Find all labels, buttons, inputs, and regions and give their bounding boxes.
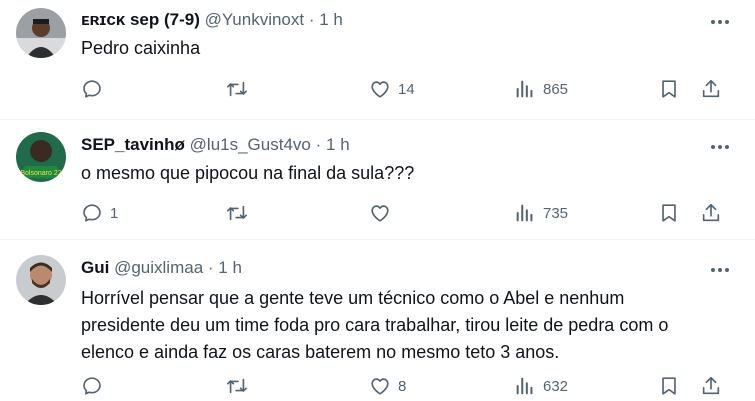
bookmark-button[interactable] xyxy=(658,374,680,398)
retweet-icon xyxy=(225,375,249,397)
separator-dot: · xyxy=(315,135,322,154)
retweet-button[interactable] xyxy=(225,201,256,225)
tweet-text: Pedro caixinha xyxy=(81,38,201,58)
more-icon[interactable] xyxy=(707,134,733,160)
timestamp[interactable]: 1 h xyxy=(218,258,242,277)
reply-button[interactable] xyxy=(81,77,110,101)
display-name[interactable]: SEP_tavinhø xyxy=(81,135,185,154)
bookmark-icon xyxy=(658,375,680,397)
views-icon xyxy=(514,78,536,100)
like-count: 8 xyxy=(398,377,407,395)
reply-icon xyxy=(81,375,103,397)
like-icon xyxy=(369,202,391,224)
views-button[interactable]: 865 xyxy=(514,77,568,101)
bookmark-icon xyxy=(658,78,680,100)
bookmark-button[interactable] xyxy=(658,201,680,225)
tweet-actions: 14 865 xyxy=(0,77,755,101)
tweet[interactable]: ᴇʀɪᴄᴋ sep (7-9) @Yunkvinoxt · 1 h Pedro … xyxy=(0,0,755,120)
bookmark-icon xyxy=(658,202,680,224)
retweet-icon xyxy=(225,78,249,100)
tweet-actions: 8 632 xyxy=(0,374,755,398)
like-icon xyxy=(369,375,391,397)
tweet-text: o mesmo que pipocou na final da sula??? xyxy=(81,163,415,183)
tweet-header: Gui @guixlimaa · 1 h xyxy=(81,257,242,279)
more-icon[interactable] xyxy=(707,257,733,283)
reply-icon xyxy=(81,202,103,224)
avatar[interactable] xyxy=(16,255,66,305)
user-handle[interactable]: @lu1s_Gust4vo xyxy=(190,135,311,154)
views-icon xyxy=(514,202,536,224)
share-button[interactable] xyxy=(700,374,722,398)
avatar[interactable]: Bolsonaro 22 xyxy=(16,132,66,182)
timestamp[interactable]: 1 h xyxy=(326,135,350,154)
tweet-header: ᴇʀɪᴄᴋ sep (7-9) @Yunkvinoxt · 1 h xyxy=(81,9,343,31)
views-icon xyxy=(514,375,536,397)
reply-button[interactable]: 1 xyxy=(81,201,118,225)
tweet[interactable]: Gui @guixlimaa · 1 h Horrível pensar que… xyxy=(0,240,755,401)
share-icon xyxy=(700,202,722,224)
share-icon xyxy=(700,375,722,397)
share-button[interactable] xyxy=(700,201,722,225)
tweet-text: Horrível pensar que a gente teve um técn… xyxy=(81,288,669,362)
more-icon[interactable] xyxy=(707,9,733,35)
reply-button[interactable] xyxy=(81,374,110,398)
user-handle[interactable]: @Yunkvinoxt xyxy=(205,10,304,29)
tweet-header: SEP_tavinhø @lu1s_Gust4vo · 1 h xyxy=(81,134,350,156)
display-name[interactable]: ᴇʀɪᴄᴋ sep (7-9) xyxy=(81,10,200,29)
share-button[interactable] xyxy=(700,77,722,101)
separator-dot: · xyxy=(207,258,214,277)
tweet[interactable]: Bolsonaro 22 SEP_tavinhø @lu1s_Gust4vo ·… xyxy=(0,120,755,240)
avatar-badge-text: Bolsonaro 22 xyxy=(20,170,61,177)
reply-count: 1 xyxy=(110,204,119,222)
avatar[interactable] xyxy=(16,8,66,58)
bookmark-button[interactable] xyxy=(658,77,680,101)
share-icon xyxy=(700,78,722,100)
views-button[interactable]: 632 xyxy=(514,374,568,398)
reply-icon xyxy=(81,78,103,100)
views-count: 632 xyxy=(543,377,569,395)
retweet-icon xyxy=(225,202,249,224)
like-icon xyxy=(369,78,391,100)
like-button[interactable]: 8 xyxy=(369,374,406,398)
retweet-button[interactable] xyxy=(225,77,256,101)
like-button[interactable]: 14 xyxy=(369,77,415,101)
timestamp[interactable]: 1 h xyxy=(319,10,343,29)
views-button[interactable]: 735 xyxy=(514,201,568,225)
views-count: 735 xyxy=(543,204,569,222)
user-handle[interactable]: @guixlimaa xyxy=(114,258,203,277)
tweet-actions: 1 735 xyxy=(0,201,755,225)
like-button[interactable] xyxy=(369,201,398,225)
separator-dot: · xyxy=(308,10,315,29)
display-name[interactable]: Gui xyxy=(81,258,109,277)
views-count: 865 xyxy=(543,80,569,98)
retweet-button[interactable] xyxy=(225,374,256,398)
like-count: 14 xyxy=(398,80,415,98)
